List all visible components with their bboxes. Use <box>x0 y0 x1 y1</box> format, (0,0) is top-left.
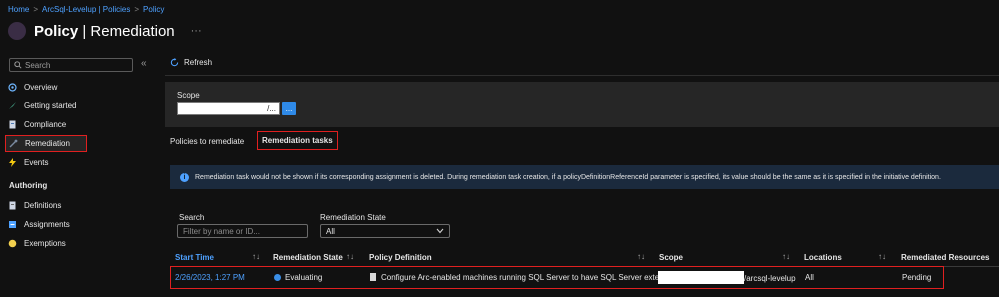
sidebar-item-label: Assignments <box>24 219 70 229</box>
sidebar-item-label: Remediation <box>25 139 70 148</box>
table-row[interactable]: 2/26/2023, 1:27 PM Evaluating Configure … <box>170 266 944 289</box>
compliance-icon <box>8 120 17 129</box>
sidebar-item-label: Overview <box>24 82 58 92</box>
policy-document-icon <box>370 273 376 281</box>
sidebar-search-input[interactable]: Search <box>9 58 133 72</box>
sidebar-item-compliance[interactable]: Compliance <box>8 117 66 131</box>
sidebar-item-remediation[interactable]: Remediation <box>5 135 87 152</box>
sidebar-item-label: Compliance <box>24 119 67 129</box>
search-input-placeholder: Filter by name or ID... <box>183 226 260 236</box>
rocket-icon <box>8 101 17 110</box>
sort-icon[interactable]: ↑↓ <box>346 252 354 261</box>
page-title-bold: Policy <box>34 22 79 40</box>
sidebar-search-placeholder: Search <box>25 60 51 70</box>
scope-text: /arcsql-levelup <box>744 274 796 283</box>
column-start-time[interactable]: Start Time <box>175 253 214 262</box>
page-title-rest: | Remediation <box>82 22 175 40</box>
toolbar-divider <box>165 75 999 76</box>
remediation-state-value: All <box>326 226 335 236</box>
scope-panel: Scope /... ... <box>165 82 999 127</box>
more-options-icon[interactable]: ··· <box>191 25 202 37</box>
sidebar-item-assignments[interactable]: Assignments <box>8 217 70 231</box>
breadcrumb-separator: > <box>33 5 39 14</box>
sort-icon[interactable]: ↑↓ <box>878 252 886 261</box>
sidebar-item-events[interactable]: Events <box>8 155 48 169</box>
column-locations[interactable]: Locations <box>804 253 842 262</box>
page-title: Policy | Remediation <box>34 23 175 40</box>
evaluating-status-icon <box>274 274 281 281</box>
policy-logo <box>8 22 26 40</box>
sidebar-item-label: Exemptions <box>24 238 66 248</box>
column-remediated-resources[interactable]: Remediated Resources <box>901 253 989 262</box>
tab-remediation-tasks[interactable]: Remediation tasks <box>257 131 338 150</box>
tab-policies-to-remediate[interactable]: Policies to remediate <box>170 137 244 146</box>
collapse-sidebar-icon[interactable]: « <box>141 58 147 69</box>
info-banner-text: Remediation task would not be shown if i… <box>195 173 941 181</box>
overview-icon <box>8 82 17 92</box>
sidebar-item-label: Getting started <box>24 100 77 110</box>
definitions-icon <box>8 201 17 210</box>
policy-definition-cell[interactable]: Configure Arc-enabled machines running S… <box>370 273 670 282</box>
search-filter-label: Search <box>179 213 205 222</box>
scope-picker-button[interactable]: ... <box>282 102 296 115</box>
remediated-resources-cell: Pending <box>902 273 932 282</box>
page-header: Policy | Remediation ··· <box>8 20 202 42</box>
assignments-icon <box>8 220 17 229</box>
scope-label: Scope <box>177 91 200 100</box>
breadcrumb: Home > ArcSql-Levelup | Policies > Polic… <box>8 5 164 14</box>
refresh-label: Refresh <box>184 58 213 67</box>
search-icon <box>14 61 22 69</box>
sidebar-section-authoring: Authoring <box>9 181 48 190</box>
remediation-icon <box>9 139 18 148</box>
remediation-state-text: Evaluating <box>285 273 323 282</box>
sidebar-item-definitions[interactable]: Definitions <box>8 198 61 212</box>
breadcrumb-separator: > <box>134 5 140 14</box>
exemptions-icon <box>8 239 17 248</box>
column-remediation-state[interactable]: Remediation State <box>273 253 343 262</box>
breadcrumb-home[interactable]: Home <box>8 5 29 14</box>
sidebar-item-label: Definitions <box>24 200 62 210</box>
remediation-state-dropdown[interactable]: All <box>320 224 450 238</box>
redacted-scope-block <box>658 271 744 284</box>
sort-icon[interactable]: ↑↓ <box>252 252 260 261</box>
locations-cell: All <box>805 273 814 282</box>
sidebar-item-overview[interactable]: Overview <box>8 80 57 94</box>
breadcrumb-policies[interactable]: ArcSql-Levelup | Policies <box>42 5 130 14</box>
remediation-state-cell: Evaluating <box>274 273 322 282</box>
info-icon: i <box>180 172 189 182</box>
sidebar-item-exemptions[interactable]: Exemptions <box>8 236 66 250</box>
sort-icon[interactable]: ↑↓ <box>782 252 790 261</box>
refresh-button[interactable]: Refresh <box>170 58 212 67</box>
chevron-down-icon <box>436 228 444 234</box>
sidebar-item-label: Events <box>24 157 49 167</box>
lightning-icon <box>8 157 17 167</box>
column-policy-definition[interactable]: Policy Definition <box>369 253 432 262</box>
search-input[interactable]: Filter by name or ID... <box>177 224 308 238</box>
info-banner: i Remediation task would not be shown if… <box>170 165 999 189</box>
start-time-link[interactable]: 2/26/2023, 1:27 PM <box>175 273 245 282</box>
column-scope[interactable]: Scope <box>659 253 683 262</box>
scope-cell: /arcsql-levelup <box>658 271 796 284</box>
sort-icon[interactable]: ↑↓ <box>637 252 645 261</box>
state-filter-label: Remediation State <box>320 213 386 222</box>
breadcrumb-policy[interactable]: Policy <box>143 5 164 14</box>
table-header: Start Time ↑↓ Remediation State ↑↓ Polic… <box>165 249 999 265</box>
sidebar-item-getting-started[interactable]: Getting started <box>8 98 76 112</box>
policy-definition-text: Configure Arc-enabled machines running S… <box>381 273 671 282</box>
refresh-icon <box>170 58 179 67</box>
scope-field[interactable]: /... <box>177 102 280 115</box>
